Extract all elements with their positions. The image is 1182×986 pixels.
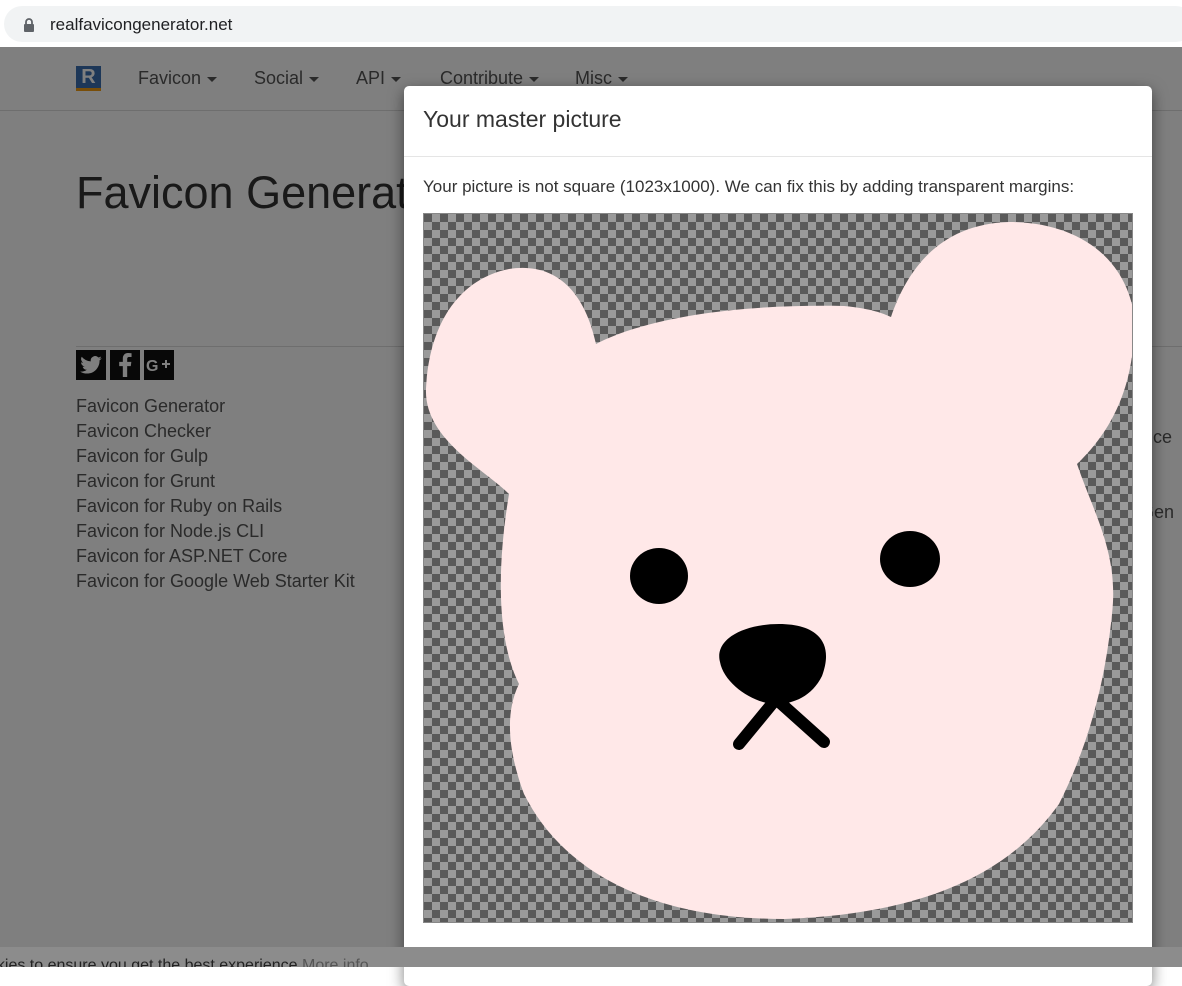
browser-address-bar: realfavicongenerator.net [0, 0, 1182, 48]
more-info-link[interactable]: More info [302, 957, 369, 967]
modal-header: Your master picture [404, 86, 1152, 157]
cookie-text: okies to ensure you get the best experie… [0, 957, 369, 967]
master-picture-preview [423, 213, 1133, 923]
master-picture-modal: Your master picture Your picture is not … [404, 86, 1152, 986]
cookie-bar: okies to ensure you get the best experie… [0, 947, 1182, 967]
lock-icon [24, 18, 34, 32]
cookie-message: okies to ensure you get the best experie… [0, 957, 298, 967]
url-text: realfavicongenerator.net [50, 15, 233, 34]
url-field[interactable]: realfavicongenerator.net [4, 6, 1182, 42]
left-eye [630, 548, 688, 604]
bear-head [425, 222, 1132, 919]
modal-title: Your master picture [423, 106, 622, 132]
right-eye [880, 531, 940, 587]
bear-image [425, 222, 1132, 919]
modal-message: Your picture is not square (1023x1000). … [423, 177, 1075, 196]
